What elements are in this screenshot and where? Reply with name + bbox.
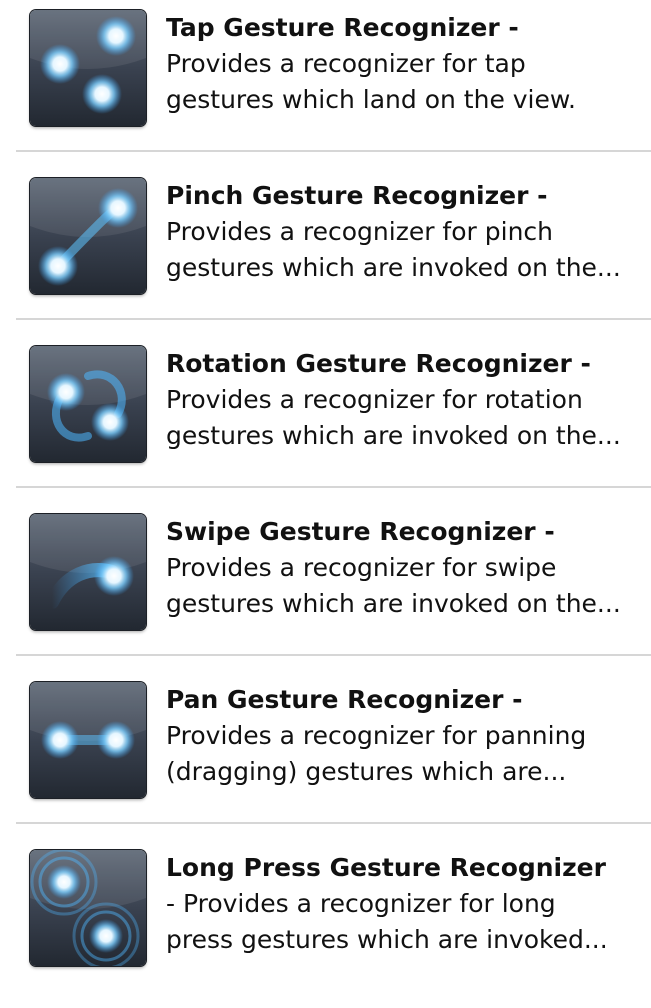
swipe-gesture-icon	[30, 514, 146, 630]
title-separator: -	[503, 685, 523, 714]
item-title: Swipe Gesture Recognizer	[166, 517, 536, 546]
object-library-list: Tap Gesture Recognizer - Provides a reco…	[0, 0, 651, 966]
item-description-line-2: gestures which are invoked on the...	[166, 421, 621, 450]
list-item-swipe-gesture-recognizer[interactable]: Swipe Gesture Recognizer - Provides a re…	[0, 504, 651, 672]
item-description-line-2: press gestures which are invoked...	[166, 925, 608, 954]
item-description-line-1: - Provides a recognizer for long	[166, 889, 556, 918]
long-press-gesture-icon	[30, 850, 146, 966]
item-description-line-1: Provides a recognizer for tap	[166, 49, 526, 78]
divider	[16, 486, 651, 488]
list-item-long-press-gesture-recognizer[interactable]: Long Press Gesture Recognizer - Provides…	[0, 840, 651, 1008]
list-item-pinch-gesture-recognizer[interactable]: Pinch Gesture Recognizer - Provides a re…	[0, 168, 651, 336]
item-description-line-1: Provides a recognizer for pinch	[166, 217, 553, 246]
rotation-gesture-icon	[30, 346, 146, 462]
pinch-gesture-icon	[30, 178, 146, 294]
title-separator: -	[499, 13, 519, 42]
item-title: Tap Gesture Recognizer	[166, 13, 500, 42]
title-separator: -	[528, 181, 548, 210]
item-description-line-1: Provides a recognizer for rotation	[166, 385, 583, 414]
item-title: Long Press Gesture Recognizer	[166, 853, 606, 882]
item-description-line-2: (dragging) gestures which are...	[166, 757, 567, 786]
item-description-line-1: Provides a recognizer for swipe	[166, 553, 557, 582]
pan-gesture-icon	[30, 682, 146, 798]
divider	[16, 318, 651, 320]
divider	[16, 654, 651, 656]
divider	[16, 150, 651, 152]
item-description-line-2: gestures which land on the view.	[166, 85, 576, 114]
title-separator: -	[571, 349, 591, 378]
list-item-pan-gesture-recognizer[interactable]: Pan Gesture Recognizer - Provides a reco…	[0, 672, 651, 840]
item-description-line-2: gestures which are invoked on the...	[166, 589, 621, 618]
divider	[16, 822, 651, 824]
item-description-line-2: gestures which are invoked on the...	[166, 253, 621, 282]
item-description-line-1: Provides a recognizer for panning	[166, 721, 587, 750]
item-title: Pan Gesture Recognizer	[166, 685, 504, 714]
title-separator: -	[535, 517, 555, 546]
item-title: Pinch Gesture Recognizer	[166, 181, 529, 210]
list-item-tap-gesture-recognizer[interactable]: Tap Gesture Recognizer - Provides a reco…	[0, 0, 651, 168]
tap-gesture-icon	[30, 10, 146, 126]
list-item-rotation-gesture-recognizer[interactable]: Rotation Gesture Recognizer - Provides a…	[0, 336, 651, 504]
item-title: Rotation Gesture Recognizer	[166, 349, 572, 378]
